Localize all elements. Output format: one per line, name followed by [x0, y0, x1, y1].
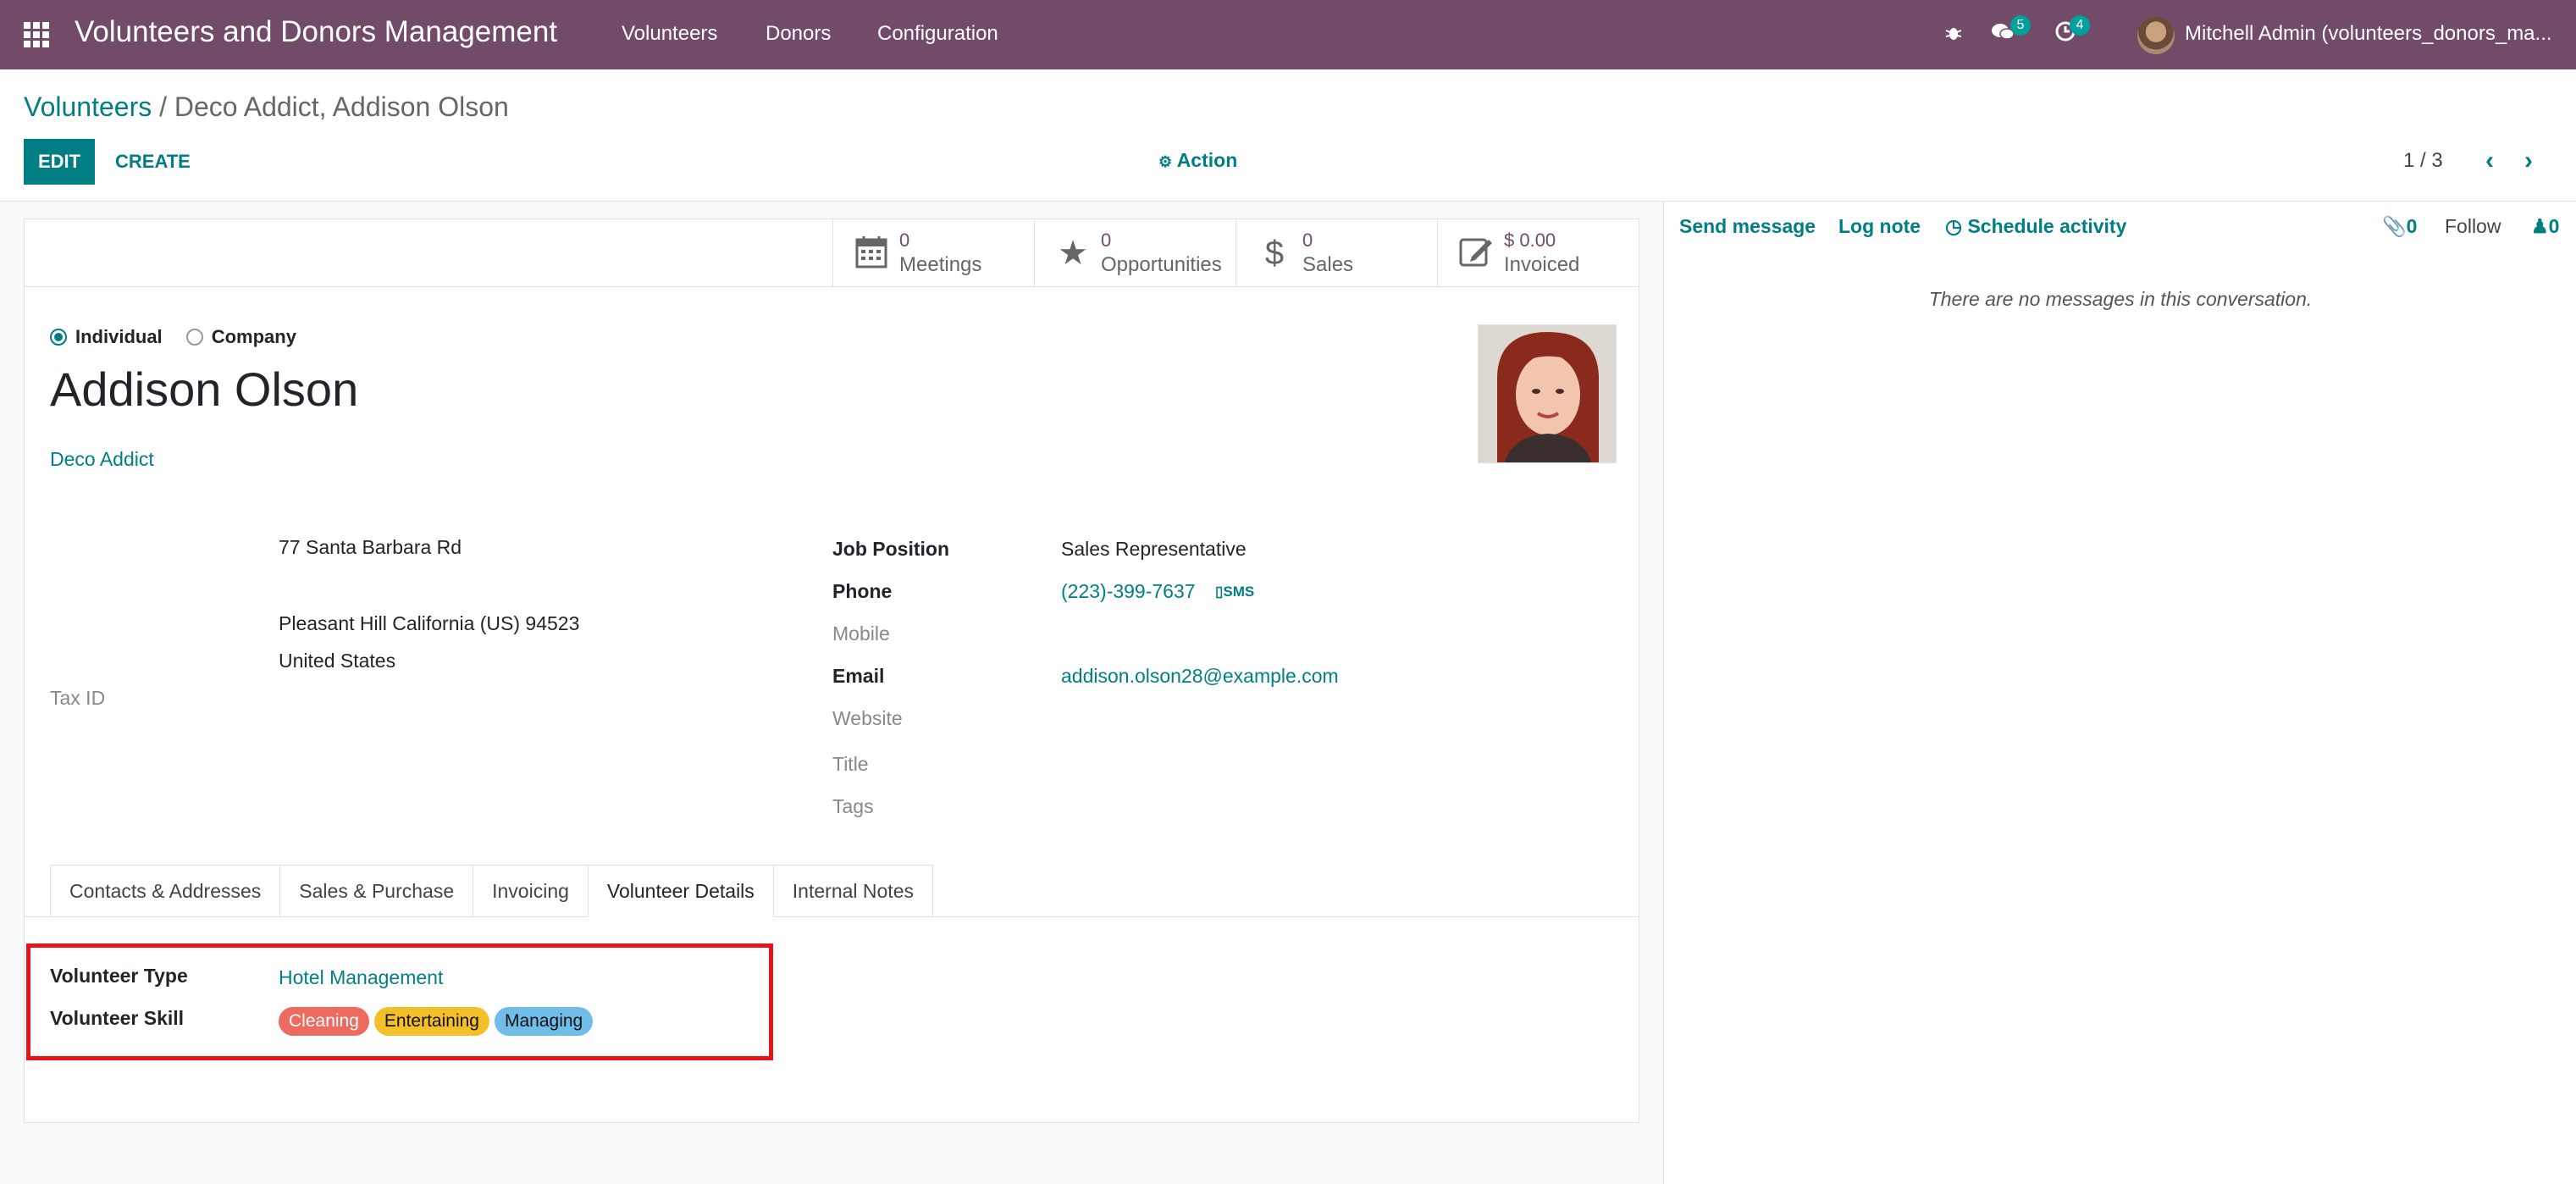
schedule-activity-button[interactable]: ◷ Schedule activity [1945, 215, 2126, 238]
send-message-button[interactable]: Send message [1679, 215, 1816, 238]
volunteer-skill-tags[interactable]: Cleaning Entertaining Managing [279, 1007, 598, 1036]
email-label: Email [832, 665, 885, 687]
user-avatar[interactable] [2137, 17, 2175, 54]
log-note-button[interactable]: Log note [1838, 215, 1921, 238]
attachments-button[interactable]: 📎0 [2382, 215, 2417, 238]
skill-tag[interactable]: Managing [494, 1007, 594, 1036]
sms-button[interactable]: ▯SMS [1215, 584, 1254, 600]
title-label: Title [832, 753, 869, 775]
breadcrumb-separator: / [152, 91, 174, 122]
create-button[interactable]: CREATE [115, 139, 191, 185]
apps-menu-icon[interactable] [24, 22, 49, 47]
opportunities-smart-button[interactable]: ★ 0 Opportunities [1034, 219, 1236, 287]
breadcrumb: Volunteers / Deco Addict, Addison Olson [24, 91, 509, 123]
pager-previous-icon[interactable]: ‹ [2474, 144, 2505, 178]
sales-smart-button[interactable]: $ 0 Sales [1235, 219, 1438, 287]
website-label: Website [832, 707, 903, 729]
skill-tag[interactable]: Cleaning [279, 1007, 369, 1036]
individual-radio-label[interactable]: Individual [75, 326, 163, 348]
follow-button[interactable]: Follow [2445, 215, 2501, 238]
menu-donors[interactable]: Donors [766, 22, 831, 46]
company-radio-label[interactable]: Company [212, 326, 296, 348]
meetings-count: 0 [899, 230, 910, 251]
job-position-field[interactable]: Sales Representative [1061, 538, 1247, 561]
schedule-activity-label: Schedule activity [1967, 215, 2127, 237]
dollar-icon: $ [1264, 235, 1285, 272]
volunteer-skill-label: Volunteer Skill [50, 1007, 185, 1029]
app-title[interactable]: Volunteers and Donors Management [75, 15, 557, 49]
parent-company-link[interactable]: Deco Addict [50, 448, 154, 471]
paperclip-icon: 📎 [2382, 215, 2407, 237]
opportunities-label: Opportunities [1101, 253, 1222, 276]
mobile-icon: ▯ [1215, 584, 1224, 600]
mobile-label: Mobile [832, 622, 890, 645]
menu-volunteers[interactable]: Volunteers [622, 22, 717, 46]
breadcrumb-volunteers-link[interactable]: Volunteers [24, 91, 152, 122]
tab-sales-purchase[interactable]: Sales & Purchase [279, 865, 473, 917]
pager-value[interactable]: 1 / 3 [2403, 149, 2443, 173]
partner-name: Addison Olson [50, 362, 359, 416]
debug-bug-icon[interactable] [1939, 20, 1968, 49]
phone-label: Phone [832, 580, 893, 602]
edit-button[interactable]: EDIT [24, 139, 95, 185]
meetings-label: Meetings [899, 253, 982, 276]
action-dropdown[interactable]: ⚙ Action [1158, 149, 1237, 172]
user-menu[interactable]: Mitchell Admin (volunteers_donors_ma... [2185, 22, 2552, 46]
chatter-panel: Send message Log note ◷ Schedule activit… [1663, 202, 2576, 1184]
email-field[interactable]: addison.olson28@example.com [1061, 665, 1339, 688]
street-field[interactable]: 77 Santa Barbara Rd [279, 536, 462, 559]
sales-count: 0 [1302, 230, 1313, 251]
volunteer-type-label: Volunteer Type [50, 965, 188, 987]
individual-radio[interactable] [50, 329, 67, 346]
tab-internal-notes[interactable]: Internal Notes [772, 865, 933, 917]
invoiced-smart-button[interactable]: $ 0.00 Invoiced [1437, 219, 1639, 287]
tax-id-label: Tax ID [50, 687, 106, 709]
calendar-icon [854, 235, 889, 272]
partner-photo[interactable] [1478, 324, 1617, 463]
smart-buttons-row: 0 Meetings ★ 0 Opportunities $ 0 Sales $… [25, 219, 1639, 287]
top-navbar: Volunteers and Donors Management Volunte… [0, 0, 2576, 69]
pager-next-icon[interactable]: › [2513, 144, 2544, 178]
sales-label: Sales [1302, 253, 1354, 276]
phone-field[interactable]: (223)-399-7637 [1061, 580, 1196, 603]
city-state-zip-field[interactable]: Pleasant Hill California (US) 94523 [279, 612, 579, 635]
invoice-icon [1458, 235, 1494, 272]
activities-count-badge: 4 [2070, 15, 2090, 36]
tab-volunteer-details[interactable]: Volunteer Details [587, 865, 773, 917]
action-label: Action [1176, 149, 1238, 171]
skill-tag[interactable]: Entertaining [373, 1007, 489, 1036]
messages-count-badge: 5 [2010, 15, 2031, 36]
meetings-smart-button[interactable]: 0 Meetings [832, 219, 1035, 287]
breadcrumb-current: Deco Addict, Addison Olson [174, 91, 509, 122]
gear-icon: ⚙ [1158, 153, 1173, 170]
invoiced-amount: $ 0.00 [1504, 230, 1556, 251]
opportunities-count: 0 [1101, 230, 1112, 251]
menu-configuration[interactable]: Configuration [877, 22, 998, 46]
notebook-tabs: Contacts & Addresses Sales & Purchase In… [50, 865, 933, 917]
star-icon: ★ [1058, 235, 1088, 272]
company-type-radio-group: Individual Company [50, 326, 320, 348]
company-radio[interactable] [185, 329, 203, 346]
volunteer-type-field[interactable]: Hotel Management [279, 966, 443, 989]
tab-invoicing[interactable]: Invoicing [473, 865, 588, 917]
empty-conversation-message: There are no messages in this conversati… [1928, 288, 2313, 310]
country-field[interactable]: United States [279, 650, 395, 672]
user-icon: ♟ [2531, 215, 2549, 237]
job-position-label: Job Position [832, 538, 949, 560]
followers-count: 0 [2548, 215, 2560, 237]
attachments-count: 0 [2406, 215, 2418, 237]
invoiced-label: Invoiced [1504, 253, 1580, 276]
followers-button[interactable]: ♟0 [2531, 215, 2559, 238]
form-sheet: 0 Meetings ★ 0 Opportunities $ 0 Sales $… [24, 219, 1639, 1123]
control-panel: Volunteers / Deco Addict, Addison Olson … [0, 69, 2576, 202]
tags-label: Tags [832, 795, 874, 817]
highlight-box [26, 943, 773, 1060]
tab-contacts-addresses[interactable]: Contacts & Addresses [50, 865, 280, 917]
sms-label: SMS [1223, 584, 1255, 600]
clock-icon: ◷ [1945, 215, 1963, 237]
